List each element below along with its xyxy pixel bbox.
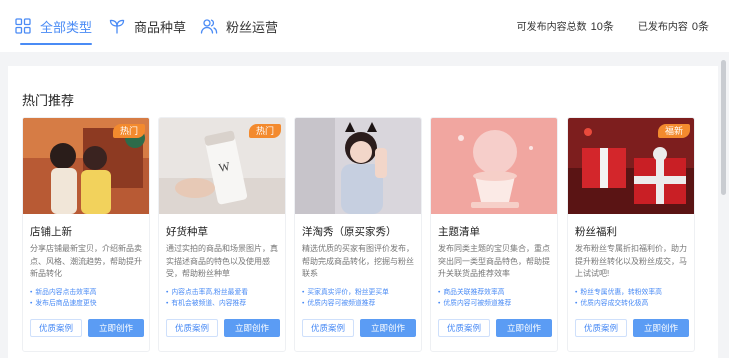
card-badge: 热门	[248, 124, 281, 138]
tab-label: 粉丝运营	[226, 19, 279, 35]
section-title: 热门推荐	[22, 93, 75, 108]
card-title: 洋淘秀（原买家秀）	[302, 226, 397, 238]
total-label: 可发布内容总数	[516, 22, 587, 33]
create-now-button[interactable]: 立即创作	[496, 319, 552, 337]
create-now-button[interactable]: 立即创作	[88, 319, 144, 337]
tab-fan-operation[interactable]: 粉丝运营	[200, 0, 278, 52]
card-badge: 热门	[112, 124, 145, 138]
card-points: 粉丝专属优惠，转粉效率高 优质内容成交转化极高	[575, 287, 693, 309]
create-now-button[interactable]: 立即创作	[633, 319, 689, 337]
card-points: 内容点击率高,粉丝最爱看 有机会被频道、内容推荐	[166, 287, 284, 309]
total-value: 10条	[590, 21, 614, 33]
grid-icon	[14, 17, 32, 35]
card-description: 分享店铺最新宝贝，介绍新品卖点、风格、潮流趋势，帮助提升新品转化	[30, 244, 142, 278]
sprout-icon	[108, 17, 126, 35]
tab-label: 全部类型	[40, 19, 93, 35]
card-point: 发布后商品速度更快	[30, 298, 148, 309]
tab-product-seeding[interactable]: 商品种草	[108, 0, 186, 52]
card-point: 优质内容可被频道推荐	[302, 298, 420, 309]
card-point: 商品关联推荐效率高	[438, 287, 556, 298]
card-description: 精选优质的买家有图评价发布，帮助完成商品转化，挖掘与粉丝联系	[302, 244, 414, 278]
top-nav-bar: 全部类型 商品种草 粉丝运营 可发布内容总数 10条 已发布内容 0条	[0, 0, 729, 52]
quality-case-button[interactable]: 优质案例	[30, 319, 82, 337]
card-title: 粉丝福利	[575, 226, 617, 238]
card-badge: 福新	[657, 124, 690, 138]
total-publishable-stat: 可发布内容总数 10条	[517, 18, 614, 34]
users-icon	[200, 17, 218, 35]
published-value: 0条	[691, 21, 709, 33]
card-description: 发布粉丝专属折扣福利价，助力提升粉丝转化以及粉丝成交，马上试试吧!	[575, 244, 687, 278]
card-point: 新品内容点击效率高	[30, 287, 148, 298]
quality-case-button[interactable]: 优质案例	[575, 319, 627, 337]
card-point: 粉丝专属优惠，转粉效率高	[575, 287, 693, 298]
tab-all-types[interactable]: 全部类型	[14, 0, 93, 52]
card-points: 商品关联推荐效率高 优质内容可被频道推荐	[438, 287, 556, 309]
card-point: 内容点击率高,粉丝最爱看	[166, 287, 284, 298]
card-points: 新品内容点击效率高 发布后商品速度更快	[30, 287, 148, 309]
quality-case-button[interactable]: 优质案例	[166, 319, 218, 337]
card-point: 有机会被频道、内容推荐	[166, 298, 284, 309]
template-card-theme-list[interactable]: 主题清单 发布同类主题的宝贝集合，重点突出同一类型商品特色，帮助提升关联货品推荐…	[430, 117, 558, 352]
card-image	[431, 118, 557, 214]
published-label: 已发布内容	[637, 22, 688, 33]
card-title: 好货种草	[166, 226, 208, 238]
template-card-store-new[interactable]: 热门 店铺上新 分享店铺最新宝贝，介绍新品卖点、风格、潮流趋势，帮助提升新品转化…	[22, 117, 150, 352]
create-now-button[interactable]: 立即创作	[360, 319, 416, 337]
card-image: 福新	[568, 118, 694, 214]
card-title: 店铺上新	[30, 226, 72, 238]
template-card-good-seeding[interactable]: W 热门 好货种草 通过实拍的商品和场景图片，真实描述商品的特色以及使用感受，帮…	[158, 117, 286, 352]
card-point: 优质内容成交转化极高	[575, 298, 693, 309]
template-card-buyer-show[interactable]: 洋淘秀（原买家秀） 精选优质的买家有图评价发布，帮助完成商品转化，挖掘与粉丝联系…	[294, 117, 422, 352]
card-image: W 热门	[159, 118, 285, 214]
tab-label: 商品种草	[134, 19, 187, 35]
scrollbar[interactable]	[721, 60, 726, 195]
published-stat: 已发布内容 0条	[638, 18, 709, 34]
card-description: 发布同类主题的宝贝集合，重点突出同一类型商品特色，帮助提升关联货品推荐效率	[438, 244, 550, 278]
card-description: 通过实拍的商品和场景图片，真实描述商品的特色以及使用感受，帮助粉丝种草	[166, 244, 278, 278]
create-now-button[interactable]: 立即创作	[224, 319, 280, 337]
card-title: 主题清单	[438, 226, 480, 238]
card-points: 买家真实评价，粉丝更买单 优质内容可被频道推荐	[302, 287, 420, 309]
template-card-fan-benefit[interactable]: 福新 粉丝福利 发布粉丝专属折扣福利价，助力提升粉丝转化以及粉丝成交，马上试试吧…	[567, 117, 695, 352]
publish-stats: 可发布内容总数 10条 已发布内容 0条	[517, 0, 709, 52]
card-point: 优质内容可被频道推荐	[438, 298, 556, 309]
card-image: 热门	[23, 118, 149, 214]
quality-case-button[interactable]: 优质案例	[302, 319, 354, 337]
quality-case-button[interactable]: 优质案例	[438, 319, 490, 337]
card-image	[295, 118, 421, 214]
card-point: 买家真实评价，粉丝更买单	[302, 287, 420, 298]
